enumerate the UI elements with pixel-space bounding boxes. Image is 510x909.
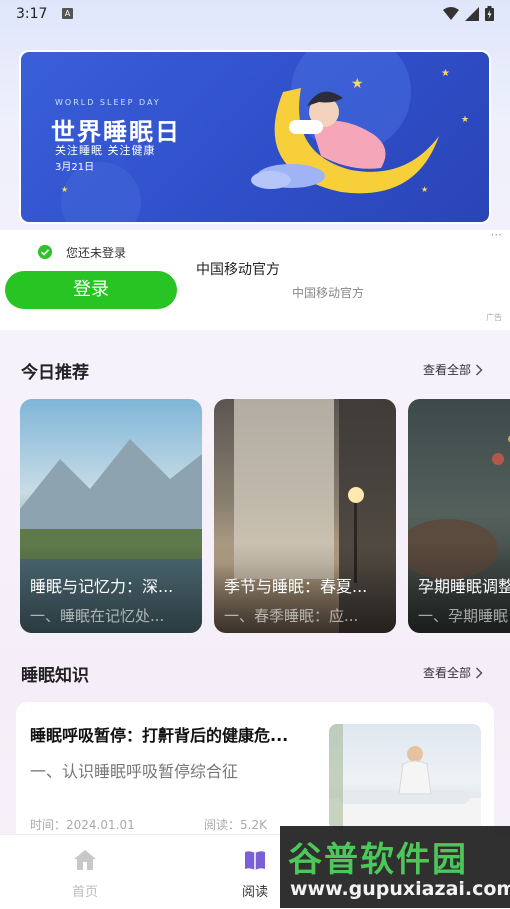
card-desc: 一、睡眠在记忆处... bbox=[30, 607, 165, 625]
card-title: 季节与睡眠：春夏... bbox=[224, 577, 368, 596]
wifi-icon bbox=[443, 6, 459, 20]
svg-text:★: ★ bbox=[61, 185, 68, 194]
watermark-logo: 谷普软件园 www.gupuxiazai.com bbox=[280, 826, 510, 908]
battery-icon bbox=[485, 6, 494, 21]
card-title: 睡眠与记忆力：深... bbox=[30, 577, 174, 596]
book-icon bbox=[245, 851, 265, 870]
knowledge-section-title: 睡眠知识 bbox=[21, 666, 89, 686]
notification-icon: A bbox=[62, 8, 73, 19]
tab-home[interactable]: 首页 bbox=[0, 835, 170, 909]
signal-icon bbox=[465, 6, 479, 21]
recommend-section-title: 今日推荐 bbox=[21, 363, 89, 383]
svg-text:★: ★ bbox=[441, 68, 450, 79]
article-time: 时间：2024.01.01 bbox=[30, 818, 135, 832]
ad-label: 广告 bbox=[486, 313, 502, 322]
view-all-label: 查看全部 bbox=[423, 363, 472, 377]
ad-title[interactable]: 中国移动官方 bbox=[196, 259, 280, 279]
recommend-card[interactable]: 季节与睡眠：春夏... 一、春季睡眠：应... bbox=[214, 399, 396, 633]
ad-subtitle: 中国移动官方 bbox=[292, 286, 365, 300]
article-title: 睡眠呼吸暂停：打鼾背后的健康危... bbox=[30, 726, 289, 745]
knowledge-view-all[interactable]: 查看全部 bbox=[423, 664, 483, 681]
svg-text:★: ★ bbox=[421, 185, 428, 194]
svg-text:★: ★ bbox=[461, 115, 469, 125]
card-desc: 一、春季睡眠：应... bbox=[224, 607, 359, 625]
card-title: 孕期睡眠调整 bbox=[418, 577, 510, 596]
card-desc: 一、孕期睡眠 bbox=[418, 607, 509, 625]
banner-date: 3月21日 bbox=[55, 162, 95, 173]
recommend-card[interactable]: 孕期睡眠调整 一、孕期睡眠 bbox=[408, 399, 510, 633]
article-desc: 一、认识睡眠呼吸暂停综合征 bbox=[30, 762, 239, 781]
recommend-card[interactable]: 睡眠与记忆力：深... 一、睡眠在记忆处... bbox=[20, 399, 202, 633]
svg-text:★: ★ bbox=[351, 76, 364, 92]
article-reads: 阅读：5.2K bbox=[204, 818, 267, 832]
banner-subtitle: WORLD SLEEP DAY bbox=[55, 98, 161, 107]
banner-world-sleep-day[interactable]: ★ ★ ★ ★ ★ WORLD SLEEP DAY 世界睡眠日 关注睡眠 关注健… bbox=[21, 52, 489, 222]
more-options-icon[interactable]: ··· bbox=[491, 228, 502, 242]
banner-tagline: 关注睡眠 关注健康 bbox=[55, 144, 156, 157]
login-status: 您还未登录 bbox=[66, 246, 127, 260]
chevron-right-icon bbox=[475, 363, 483, 376]
login-button[interactable]: 登录 bbox=[5, 271, 177, 309]
article-thumbnail bbox=[329, 724, 481, 830]
chevron-right-icon bbox=[475, 666, 483, 679]
system-icons bbox=[443, 6, 494, 21]
status-bar: 3:17 A bbox=[0, 0, 510, 30]
check-icon bbox=[38, 245, 52, 259]
view-all-label: 查看全部 bbox=[423, 666, 472, 680]
watermark-url: www.gupuxiazai.com bbox=[290, 878, 510, 900]
home-icon bbox=[74, 850, 96, 870]
tab-label: 首页 bbox=[71, 885, 98, 900]
recommend-view-all[interactable]: 查看全部 bbox=[423, 361, 483, 378]
watermark-name: 谷普软件园 bbox=[288, 840, 468, 880]
status-time: 3:17 bbox=[16, 6, 48, 22]
